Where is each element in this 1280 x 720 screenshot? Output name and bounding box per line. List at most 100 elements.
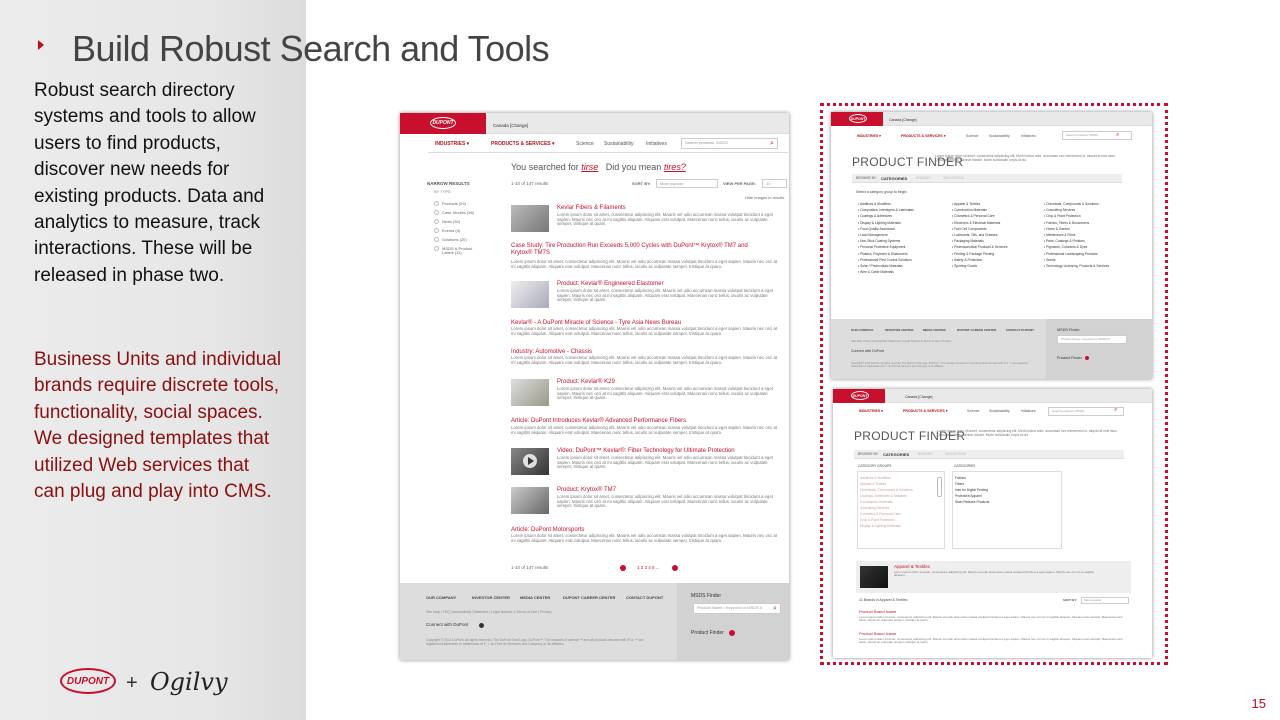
featured-thumbnail[interactable] — [860, 566, 888, 588]
category-item[interactable]: • Consulting Services — [1044, 208, 1075, 212]
footer-utility-links[interactable]: Site Map | FAQ | Accessibility Statement… — [851, 339, 951, 343]
suggested-term[interactable]: tires? — [664, 162, 686, 172]
category-item[interactable]: • Lubricants, Oils, and Greases — [952, 233, 998, 237]
product-finder-link[interactable]: Product Finder — [1057, 356, 1082, 360]
result-title[interactable]: Product: Kevlar® Engineered Elastomer — [557, 281, 663, 288]
category-item[interactable]: • Construction Materials — [952, 208, 987, 212]
category-item[interactable]: Crop & Plant Protection — [860, 518, 894, 522]
categories-list[interactable]: Fabrics Fibers Inks for Digital Printing Pr… — [952, 471, 1062, 549]
nav-industries[interactable]: INDUSTRIES ▾ — [859, 409, 883, 413]
footer-our-company[interactable]: OUR COMPANY — [426, 595, 456, 600]
category-item[interactable]: Protective Apparel — [955, 494, 982, 498]
category-item[interactable]: Inks for Digital Printing — [955, 488, 988, 492]
category-item[interactable]: • Apparel & Textiles — [952, 202, 980, 206]
category-item[interactable]: Coatings, Adhesives & Sealants — [860, 494, 907, 498]
category-item[interactable]: Consulting Services — [860, 506, 889, 510]
category-item[interactable]: • Land Management — [858, 233, 888, 237]
result-thumbnail[interactable] — [511, 205, 549, 232]
search-icon[interactable]: ⌕ — [1114, 407, 1117, 414]
nav-industries[interactable]: INDUSTRIES ▾ — [857, 134, 881, 138]
category-item[interactable]: • Fuel Cell Components — [952, 227, 987, 231]
category-item[interactable]: • Cosmetics & Personal Care — [952, 214, 995, 218]
category-groups-list[interactable]: Additives & Modifiers Apparel & Textiles C… — [857, 471, 945, 549]
filter-radio[interactable] — [434, 237, 439, 242]
result-thumbnail[interactable] — [511, 281, 549, 308]
category-item[interactable]: • Pigments, Colorants & Dyes — [1044, 245, 1087, 249]
category-item[interactable]: • Printing & Package Printing — [952, 252, 994, 256]
tab-brands[interactable]: BRANDS — [918, 452, 933, 457]
filter-news[interactable]: News (52) — [442, 219, 460, 224]
footer-contact[interactable]: CONTACT DUPONT — [1006, 328, 1034, 332]
result-title[interactable]: Video: DuPont™ Kevlar®: Fiber Technology… — [557, 448, 735, 455]
filter-radio[interactable] — [434, 219, 439, 224]
sort-select[interactable]: Most popular — [1081, 597, 1129, 604]
category-item[interactable]: • Membranes & Films — [1044, 233, 1075, 237]
category-item[interactable]: • Seeds — [1044, 258, 1055, 262]
category-item[interactable]: Apparel & Textiles — [860, 482, 886, 486]
prev-page-button[interactable] — [620, 565, 626, 571]
category-item[interactable]: • Solar / Photovoltaic Materials — [858, 264, 903, 268]
locale-link[interactable]: Canada [Change] — [889, 118, 916, 122]
result-title[interactable]: Case Study: Tire Production Run Exceeds … — [511, 243, 759, 256]
category-item[interactable]: • Sporting Goods — [952, 264, 977, 268]
nav-industries[interactable]: INDUSTRIES ▾ — [435, 141, 469, 147]
footer-media[interactable]: MEDIA CENTER — [923, 328, 946, 332]
nav-initiatives[interactable]: Initiatives — [1021, 409, 1036, 413]
nav-science[interactable]: Science — [966, 134, 978, 138]
tab-industries[interactable]: INDUSTRIES — [945, 452, 966, 457]
category-item[interactable]: Fabrics — [955, 476, 966, 480]
msds-search-icon[interactable]: ⌕ — [773, 605, 777, 612]
nav-initiatives[interactable]: Initiatives — [646, 141, 667, 147]
locale-link[interactable]: Canada [Change] — [905, 395, 932, 399]
category-item[interactable]: • Display & Lighting Materials — [858, 221, 901, 225]
footer-media[interactable]: MEDIA CENTER — [520, 595, 550, 600]
category-item[interactable]: • Safety & Protection — [952, 258, 982, 262]
filter-case-studies[interactable]: Case Studies (36) — [442, 210, 474, 215]
category-item[interactable]: • Electronic & Electrical Materials — [952, 221, 1000, 225]
sort-select[interactable]: Most popular — [656, 179, 718, 188]
product-finder-icon[interactable] — [729, 630, 735, 636]
searched-term[interactable]: tirse — [581, 162, 598, 172]
category-item[interactable]: • Chemicals, Compounds & Solutions — [1044, 202, 1099, 206]
msds-search-input[interactable]: Product Name / Keyword or MSDS # — [1057, 335, 1127, 344]
category-item[interactable]: • Professional Pest Control Solutions — [858, 258, 912, 262]
nav-products[interactable]: PRODUCTS & SERVICES ▾ — [903, 409, 947, 413]
category-item[interactable]: Chemicals, Compounds & Solutions — [860, 488, 913, 492]
category-item[interactable]: • Home & Garden — [1044, 227, 1070, 231]
nav-sustainability[interactable]: Sustainability — [604, 141, 633, 147]
filter-radio[interactable] — [434, 246, 439, 251]
brand-name[interactable]: Product Brand Name — [859, 609, 896, 614]
site-search-input[interactable]: Search products, MSDS — [1048, 407, 1124, 416]
tab-industries[interactable]: INDUSTRIES — [943, 176, 964, 181]
category-item[interactable]: • Non-Stick Coating Systems — [858, 239, 900, 243]
filter-radio[interactable] — [434, 210, 439, 215]
filter-msds[interactable]: MSDS & Product Labels (11) — [442, 246, 482, 256]
nav-initiatives[interactable]: Initiatives — [1021, 134, 1036, 138]
category-item[interactable]: • Fabrics, Fibers & Nonwovens — [1044, 221, 1089, 225]
result-title[interactable]: Product: Krytox® TM7 — [557, 487, 616, 494]
category-item[interactable]: • Packaging Materials — [952, 239, 984, 243]
filter-solutions[interactable]: Solutions (20) — [442, 237, 467, 242]
tab-brands[interactable]: BRANDS — [916, 176, 931, 181]
result-thumbnail[interactable] — [511, 487, 549, 514]
footer-careers[interactable]: DUPONT CAREER CENTER — [563, 595, 615, 600]
filter-radio[interactable] — [434, 201, 439, 206]
tab-categories[interactable]: CATEGORIES — [881, 176, 907, 181]
category-item[interactable]: Construction Materials — [860, 500, 893, 504]
category-item[interactable]: Display & Lighting Materials — [860, 524, 901, 528]
nav-sustainability[interactable]: Sustainability — [989, 134, 1010, 138]
connect-icon[interactable] — [479, 623, 484, 628]
result-title[interactable]: Article: DuPont Introduces Kevlar® Advan… — [511, 418, 686, 425]
next-page-button[interactable] — [672, 565, 678, 571]
per-page-select[interactable]: 10 — [762, 179, 787, 188]
category-item[interactable]: • Plastics, Polymers & Elastomers — [858, 252, 908, 256]
footer-contact[interactable]: CONTACT DUPONT — [626, 595, 663, 600]
category-item[interactable]: Stain Release Products — [955, 500, 989, 504]
category-item[interactable]: • Professional Landscaping Products — [1044, 252, 1098, 256]
category-item[interactable]: • Paint, Coatings & Finishes — [1044, 239, 1085, 243]
pagination[interactable]: 1 2 3 4 5 ... — [637, 565, 660, 571]
result-title[interactable]: Kevlar Fibers & Filaments — [557, 205, 626, 212]
msds-search-input[interactable]: Product Name / Keyword or MSDS # — [693, 603, 781, 614]
footer-careers[interactable]: DUPONT CAREER CENTER — [957, 328, 996, 332]
brand-name[interactable]: Product Brand Name — [859, 631, 896, 636]
